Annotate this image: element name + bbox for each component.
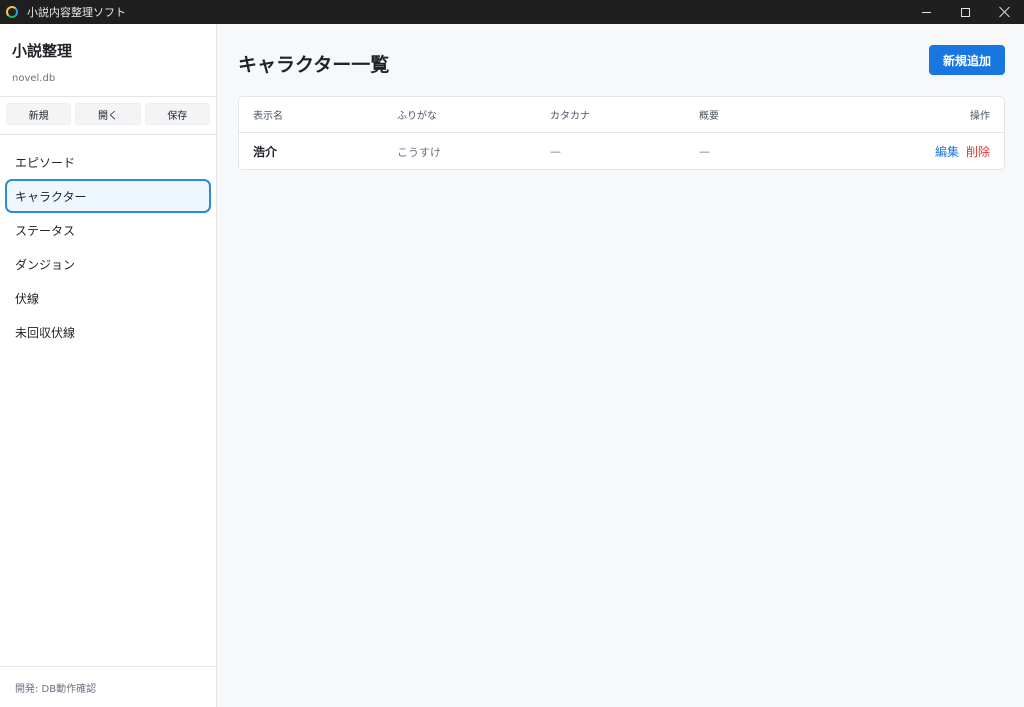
- title-bar: 小説内容整理ソフト: [0, 0, 1024, 24]
- cell-actions: 編集 削除: [935, 133, 990, 170]
- cell-summary: —: [699, 145, 710, 158]
- cell-furigana: こうすけ: [397, 145, 441, 159]
- sidebar-brand: 小説整理 novel.db: [0, 24, 216, 97]
- sidebar-item-episodes[interactable]: エピソード: [5, 145, 211, 179]
- maximize-icon: [961, 7, 970, 17]
- file-actions: 新規 開く 保存: [0, 97, 216, 135]
- header-furigana: ふりがな: [397, 111, 437, 122]
- sidebar-item-foreshadowing[interactable]: 伏線: [5, 281, 211, 315]
- table-header: 表示名 ふりがな カタカナ 概要 操作: [239, 97, 1004, 133]
- save-file-button[interactable]: 保存: [144, 103, 210, 125]
- header-summary: 概要: [699, 111, 719, 122]
- header-actions: 操作: [970, 111, 990, 122]
- sidebar-nav: エピソード キャラクター ステータス ダンジョン 伏線 未回収伏線: [0, 135, 216, 349]
- page-title: キャラクター一覧: [238, 54, 390, 76]
- character-table: 表示名 ふりがな カタカナ 概要 操作 浩介 こうすけ — — 編集 削除: [238, 96, 1005, 170]
- sidebar-footer: 開発: DB動作確認: [0, 666, 216, 707]
- sidebar-item-status[interactable]: ステータス: [5, 213, 211, 247]
- add-character-button[interactable]: 新規追加: [929, 45, 1005, 75]
- window-title: 小説内容整理ソフト: [27, 6, 126, 19]
- app-icon: [6, 6, 18, 18]
- app-name: 小説整理: [12, 42, 73, 60]
- sidebar-item-unresolved-foreshadowing[interactable]: 未回収伏線: [5, 315, 211, 349]
- close-button[interactable]: [985, 0, 1024, 24]
- header-display-name: 表示名: [253, 111, 283, 122]
- minimize-icon: [922, 11, 931, 13]
- main-content: キャラクター一覧 新規追加 表示名 ふりがな カタカナ 概要 操作 浩介 こうす…: [217, 24, 1024, 707]
- minimize-button[interactable]: [907, 0, 946, 24]
- window-controls: [907, 0, 1024, 24]
- open-file-button[interactable]: 開く: [75, 103, 141, 125]
- file-name: novel.db: [12, 73, 56, 84]
- cell-display-name: 浩介: [253, 145, 278, 159]
- sidebar-item-characters[interactable]: キャラクター: [5, 179, 211, 213]
- header-katakana: カタカナ: [550, 111, 590, 122]
- edit-link[interactable]: 編集: [935, 143, 959, 160]
- sidebar-item-dungeons[interactable]: ダンジョン: [5, 247, 211, 281]
- maximize-button[interactable]: [946, 0, 985, 24]
- delete-link[interactable]: 削除: [966, 143, 990, 160]
- sidebar: 小説整理 novel.db 新規 開く 保存 エピソード キャラクター ステータ…: [0, 24, 217, 707]
- table-row: 浩介 こうすけ — — 編集 削除: [239, 133, 1004, 170]
- close-icon: [1000, 7, 1010, 17]
- new-file-button[interactable]: 新規: [6, 103, 72, 125]
- cell-katakana: —: [550, 145, 561, 158]
